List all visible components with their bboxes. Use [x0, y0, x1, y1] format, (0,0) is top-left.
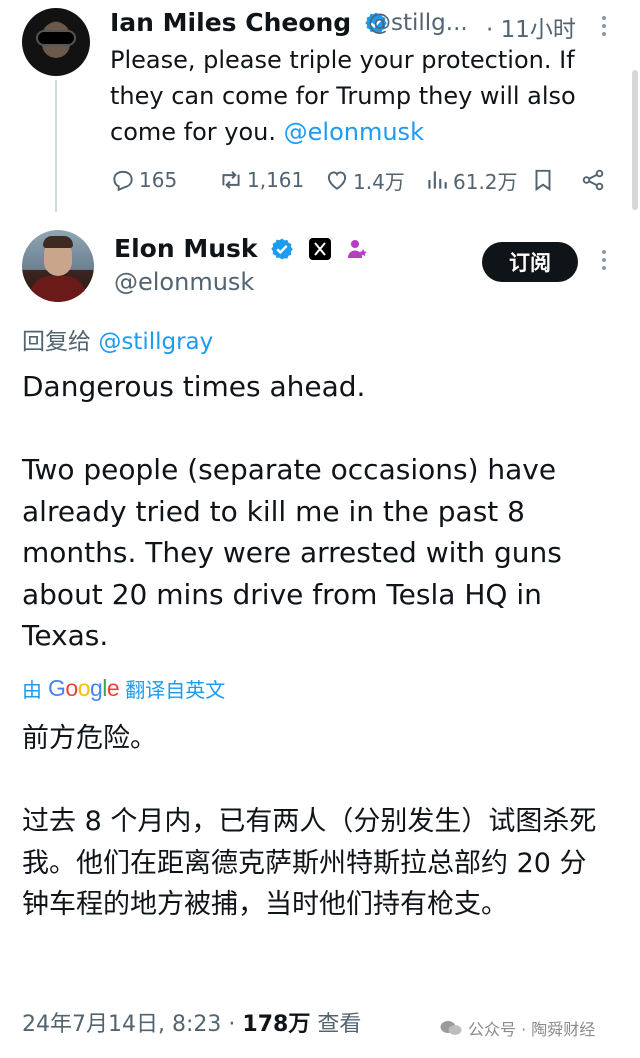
translation-label: 翻译自英文 — [125, 678, 226, 702]
main-author-name-text: Elon Musk — [114, 234, 258, 263]
wechat-watermark: 公众号 · 陶舜财经 — [440, 1016, 595, 1040]
share-button[interactable] — [580, 162, 609, 198]
repost-button[interactable]: 1,161 — [218, 162, 304, 198]
x-affiliate-icon — [308, 238, 331, 260]
mention-elonmusk-link[interactable]: @elonmusk — [284, 118, 424, 146]
watermark-text: 公众号 · 陶舜财经 — [468, 1020, 596, 1039]
share-icon — [582, 169, 604, 191]
scrollbar[interactable] — [632, 70, 638, 210]
like-button[interactable]: 1.4万 — [324, 162, 405, 198]
tweet-paragraph: Dangerous times ahead. — [22, 370, 366, 403]
translation-by: 由 — [22, 678, 42, 702]
bookmark-button[interactable] — [530, 162, 559, 198]
avatar-elon-musk[interactable] — [22, 230, 94, 302]
tweet-meta: 24年7月14日, 8:23 · 178万 查看 — [22, 1006, 361, 1038]
like-count: 1.4万 — [353, 169, 405, 194]
quoted-time-text: 11小时 — [500, 17, 576, 43]
verified-badge-icon — [271, 238, 294, 260]
avatar-ian-miles-cheong[interactable] — [22, 8, 90, 76]
translated-paragraph: 过去 8 个月内，已有两人（分别发生）试图杀死我。他们在距离德克萨斯州特斯拉总部… — [22, 806, 597, 920]
time-separator: · — [486, 17, 494, 43]
translation-notice[interactable]: 由 Google 翻译自英文 — [22, 674, 225, 703]
view-label: 查看 — [317, 1012, 362, 1037]
wechat-icon — [440, 1021, 462, 1035]
reply-context: 回复给 @stillgray — [22, 322, 213, 356]
google-logo-text: Google — [48, 675, 120, 701]
views-button[interactable]: 61.2万 — [424, 162, 518, 198]
quoted-tweet-time[interactable]: · 11小时 — [486, 10, 576, 44]
bookmark-icon — [535, 169, 551, 192]
thread-line — [55, 80, 57, 212]
like-icon — [327, 171, 347, 190]
quoted-author-name-text: Ian Miles Cheong — [110, 8, 352, 37]
views-icon — [428, 171, 447, 189]
person-badge-icon — [347, 240, 367, 258]
more-options-icon[interactable] — [596, 248, 612, 272]
reply-icon — [113, 170, 133, 192]
quoted-author-name[interactable]: Ian Miles Cheong — [110, 8, 388, 37]
tweet-timestamp[interactable]: 24年7月14日, 8:23 — [22, 1012, 221, 1037]
meta-separator: · — [228, 1012, 236, 1037]
reply-count: 165 — [139, 168, 178, 192]
quoted-tweet-text: Please, please triple your protection. I… — [110, 42, 610, 150]
more-options-icon[interactable] — [596, 14, 612, 38]
main-author-name[interactable]: Elon Musk — [114, 234, 368, 263]
reply-prefix: 回复给 — [22, 329, 99, 355]
view-count: 178万 — [242, 1012, 311, 1037]
quoted-tweet-actions: 165 1,161 1.4万 61.2万 — [110, 162, 610, 198]
reply-target-link[interactable]: @stillgray — [98, 329, 213, 355]
google-logo: Google — [48, 675, 120, 702]
main-author-handle[interactable]: @elonmusk — [114, 268, 254, 296]
translated-text: 前方危险。 过去 8 个月内，已有两人（分别发生）试图杀死我。他们在距离德克萨斯… — [22, 718, 612, 926]
subscribe-button[interactable]: 订阅 — [482, 242, 578, 282]
main-tweet-text: Dangerous times ahead. Two people (separ… — [22, 366, 612, 657]
repost-count: 1,161 — [247, 168, 305, 192]
views-count: 61.2万 — [453, 169, 518, 194]
translated-paragraph: 前方危险。 — [22, 723, 157, 754]
reply-button[interactable]: 165 — [110, 162, 177, 198]
quoted-author-handle[interactable]: @stillg... — [368, 10, 468, 36]
repost-icon — [222, 171, 240, 189]
tweet-paragraph: Two people (separate occasions) have alr… — [22, 453, 562, 652]
